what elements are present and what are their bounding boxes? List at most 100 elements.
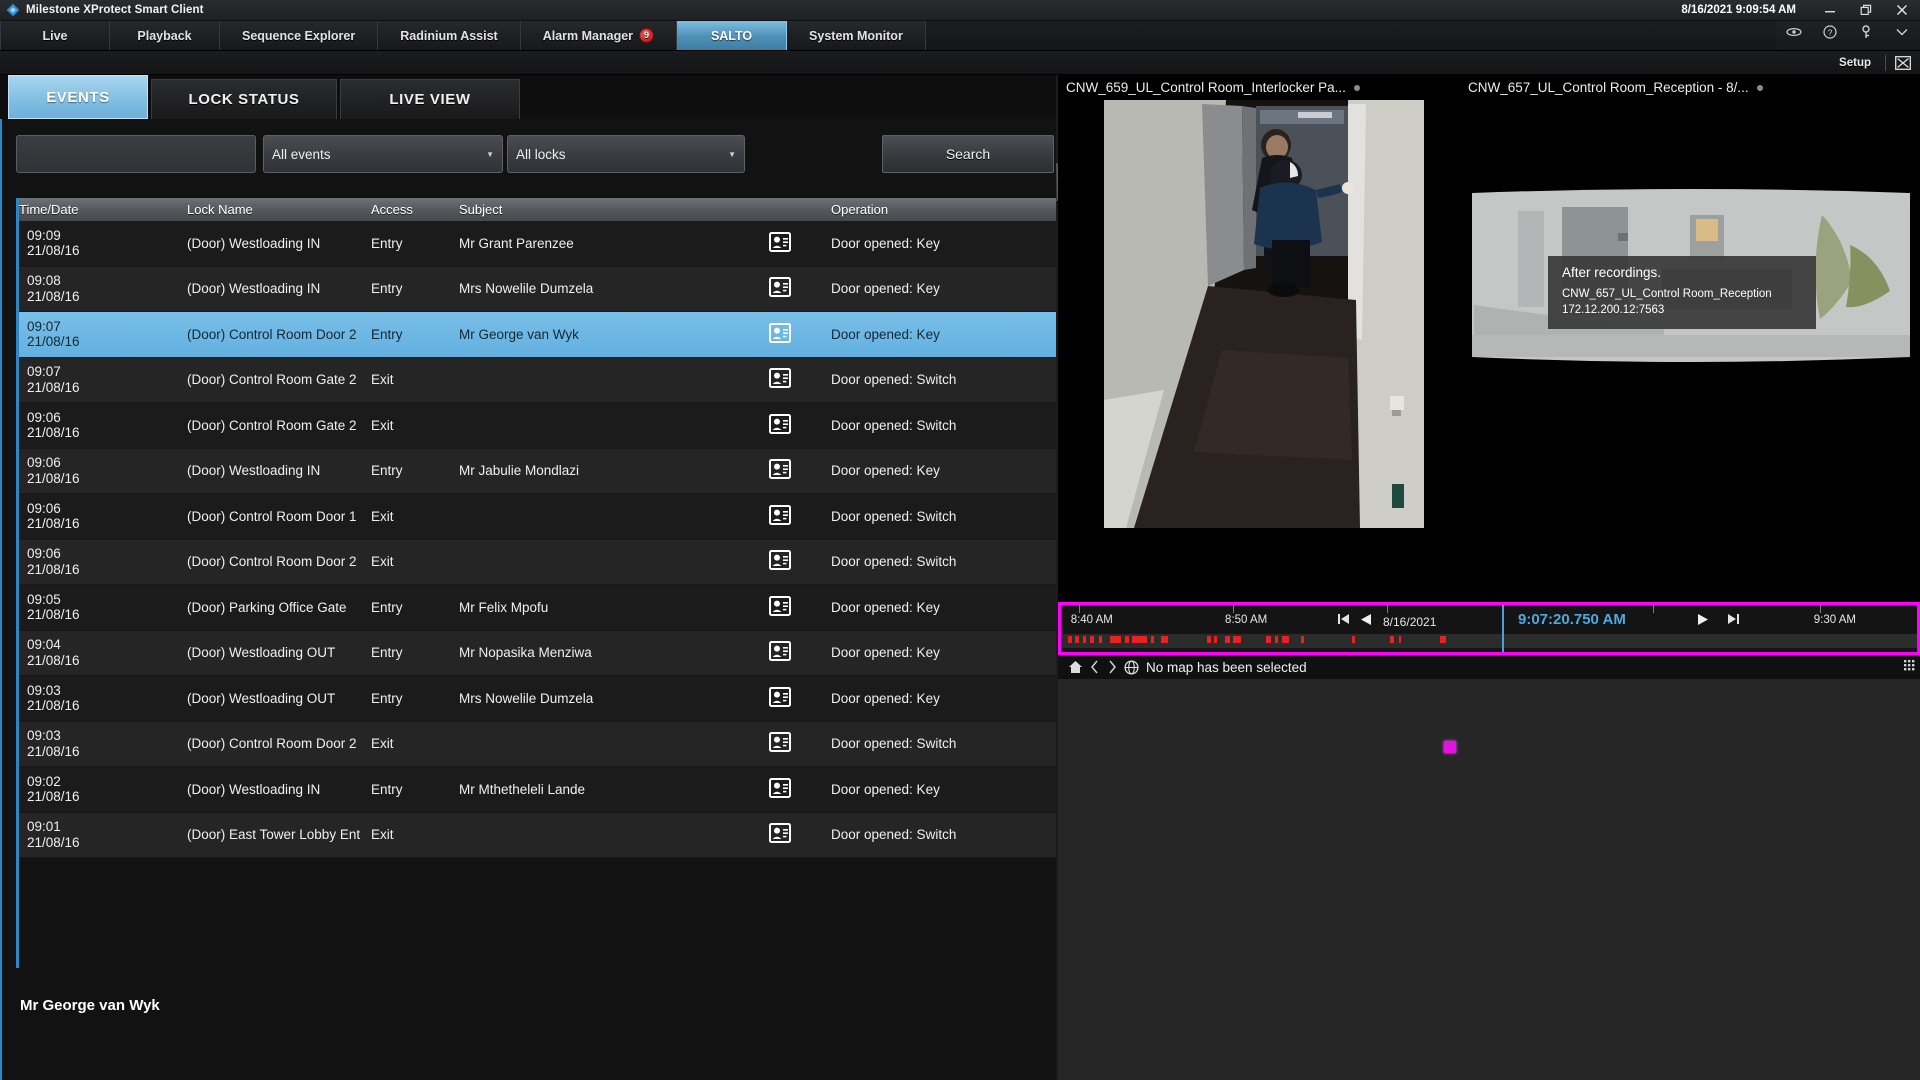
cell-access: Entry	[371, 690, 403, 706]
recording-segment	[1075, 636, 1079, 643]
play-forward-icon[interactable]	[1696, 613, 1711, 629]
cell-time: 09:06 21/08/16	[27, 409, 80, 441]
tab-radinium-assist[interactable]: Radinium Assist	[378, 21, 521, 50]
cardholder-icon	[769, 641, 831, 664]
cardholder-icon	[769, 504, 831, 528]
cell-access: Entry	[371, 326, 403, 342]
cell-operation: Door opened: Switch	[831, 508, 957, 524]
table-row[interactable]: 09:03 21/08/16 (Door) Westloading OUT Entry…	[19, 676, 1056, 722]
cell-access: Entry	[371, 599, 403, 615]
table-row[interactable]: 09:04 21/08/16 (Door) Westloading OUT Entry…	[19, 630, 1056, 676]
tab-playback[interactable]: Playback	[110, 21, 220, 50]
chevron-right-icon[interactable]	[1107, 660, 1117, 674]
cell-time: 09:03 21/08/16	[27, 682, 80, 714]
video-right-panel: CNW_659_UL_Control Room_Interlocker Pa..…	[1058, 75, 1920, 1080]
status-dot-icon	[1756, 84, 1763, 91]
map-area[interactable]	[1058, 679, 1920, 1080]
tab-system-monitor[interactable]: System Monitor	[787, 21, 926, 50]
table-row[interactable]: 09:02 21/08/16 (Door) Westloading IN Entry M…	[19, 767, 1056, 813]
table-row[interactable]: 09:06 21/08/16 (Door) Control Room Door 1 E…	[19, 494, 1056, 540]
cell-operation: Door opened: Switch	[831, 554, 957, 570]
chevron-left-icon[interactable]	[1090, 660, 1100, 674]
events-table: Time/Date Lock Name Access Subject Opera…	[16, 198, 1056, 968]
cardholder-icon	[769, 595, 831, 619]
tab-sequence-explorer[interactable]: Sequence Explorer	[220, 21, 379, 50]
table-row[interactable]: 09:03 21/08/16 (Door) Control Room Door 2 E…	[19, 721, 1056, 767]
tab-label: System Monitor	[809, 28, 903, 43]
cell-time: 09:05 21/08/16	[27, 591, 80, 623]
table-row[interactable]: 09:09 21/08/16 (Door) Westloading IN Entry M…	[19, 221, 1056, 267]
tab-lock-status[interactable]: LOCK STATUS	[151, 79, 337, 119]
chevron-down-icon[interactable]	[1884, 21, 1920, 42]
step-back-icon[interactable]	[1336, 613, 1351, 628]
tab-label: Radinium Assist	[400, 28, 498, 43]
playback-timeline[interactable]: 8:40 AM 8:50 AM 8/16/2021 9:07:20.750 AM…	[1058, 602, 1920, 655]
search-row: All events ▼ All locks ▼ Search	[2, 135, 1056, 177]
fullscreen-icon[interactable]	[1886, 51, 1920, 75]
home-icon[interactable]	[1068, 660, 1083, 674]
tab-live-view[interactable]: LIVE VIEW	[340, 79, 520, 119]
system-clock: 8/16/2021 9:09:54 AM	[1681, 4, 1796, 16]
column-header-time[interactable]: Time/Date	[19, 202, 187, 217]
video-pane-corridor[interactable]	[1104, 100, 1424, 528]
cell-operation: Door opened: Switch	[831, 417, 957, 433]
tab-label: Alarm Manager	[542, 28, 634, 43]
video-pane-reception[interactable]: After recordings. CNW_657_UL_Control Roo…	[1462, 185, 1920, 365]
timeline-future-track[interactable]	[1504, 634, 1917, 648]
resize-grip-icon[interactable]	[1904, 659, 1916, 675]
svg-text:?: ?	[1828, 27, 1833, 37]
cell-lock-name: (Door) Control Room Door 2	[187, 326, 357, 342]
tab-salto[interactable]: SALTO	[677, 21, 788, 50]
column-header-operation[interactable]: Operation	[831, 202, 1056, 217]
cell-time: 09:03 21/08/16	[27, 728, 80, 759]
cell-operation: Door opened: Switch	[831, 736, 957, 752]
tab-events[interactable]: EVENTS	[8, 75, 148, 119]
tab-alarm-manager[interactable]: Alarm Manager 9	[520, 21, 678, 50]
cardholder-icon	[769, 277, 831, 300]
play-reverse-icon[interactable]	[1358, 613, 1373, 629]
timeline-recording-track[interactable]	[1061, 634, 1502, 648]
table-row[interactable]: 09:06 21/08/16 (Door) Westloading IN Entry M…	[19, 448, 1056, 494]
recording-segment	[1389, 636, 1394, 643]
timeline-future-section[interactable]: 9:07:20.750 AM 9:30 AM	[1504, 605, 1917, 652]
lock-filter-dropdown[interactable]: All locks ▼	[507, 135, 745, 173]
eye-icon[interactable]	[1776, 21, 1812, 42]
timeline-ticks	[1061, 605, 1502, 613]
table-row[interactable]: 09:06 21/08/16 (Door) Control Room Gate 2 E…	[19, 403, 1056, 449]
video-pane-title-2[interactable]: CNW_657_UL_Control Room_Reception - 8/..…	[1460, 75, 1920, 100]
cell-lock-name: (Door) Control Room Door 2	[187, 736, 357, 752]
help-icon[interactable]: ?	[1812, 21, 1848, 42]
setup-button[interactable]: Setup	[1839, 57, 1885, 69]
video-pane-title-1[interactable]: CNW_659_UL_Control Room_Interlocker Pa..…	[1058, 75, 1460, 100]
step-forward-icon[interactable]	[1726, 613, 1741, 628]
globe-icon[interactable]	[1124, 659, 1139, 675]
map-marker[interactable]	[1444, 741, 1456, 753]
timeline-tick-label: 8:50 AM	[1225, 614, 1268, 626]
tab-label: LOCK STATUS	[188, 91, 300, 108]
chevron-down-icon: ▼	[486, 149, 494, 159]
table-row[interactable]: 09:08 21/08/16 (Door) Westloading IN Entry M…	[19, 266, 1056, 312]
table-row[interactable]: 09:07 21/08/16 (Door) Control Room Gate 2 E…	[19, 357, 1056, 403]
table-row[interactable]: 09:07 21/08/16 (Door) Control Room Door 2 E…	[19, 312, 1056, 358]
cell-lock-name: (Door) Control Room Door 2	[187, 554, 357, 570]
cardholder-icon	[769, 686, 831, 710]
key-icon[interactable]	[1848, 21, 1884, 42]
search-button[interactable]: Search	[882, 135, 1054, 173]
tab-live[interactable]: Live	[0, 21, 110, 50]
tooltip-camera: CNW_657_UL_Control Room_Reception	[1562, 288, 1772, 300]
restore-button[interactable]	[1848, 0, 1884, 21]
column-header-access[interactable]: Access	[371, 202, 459, 217]
column-header-subject[interactable]: Subject	[459, 202, 769, 217]
column-header-lock-name[interactable]: Lock Name	[187, 202, 371, 217]
event-filter-dropdown[interactable]: All events ▼	[263, 135, 503, 173]
table-row[interactable]: 09:06 21/08/16 (Door) Control Room Door 2 E…	[19, 539, 1056, 585]
table-row[interactable]: 09:05 21/08/16 (Door) Parking Office Gate E…	[19, 585, 1056, 631]
minimize-button[interactable]	[1812, 0, 1848, 21]
timeline-past-section[interactable]: 8:40 AM 8:50 AM 8/16/2021	[1061, 605, 1504, 652]
close-button[interactable]	[1884, 0, 1920, 21]
search-input[interactable]	[16, 135, 256, 173]
cell-time: 09:09 21/08/16	[27, 227, 80, 259]
cell-subject: Mrs Nowelile Dumzela	[459, 281, 594, 297]
table-row[interactable]: 09:01 21/08/16 (Door) East Tower Lobby Ent…	[19, 812, 1056, 858]
cell-time: 09:07 21/08/16	[27, 318, 80, 350]
